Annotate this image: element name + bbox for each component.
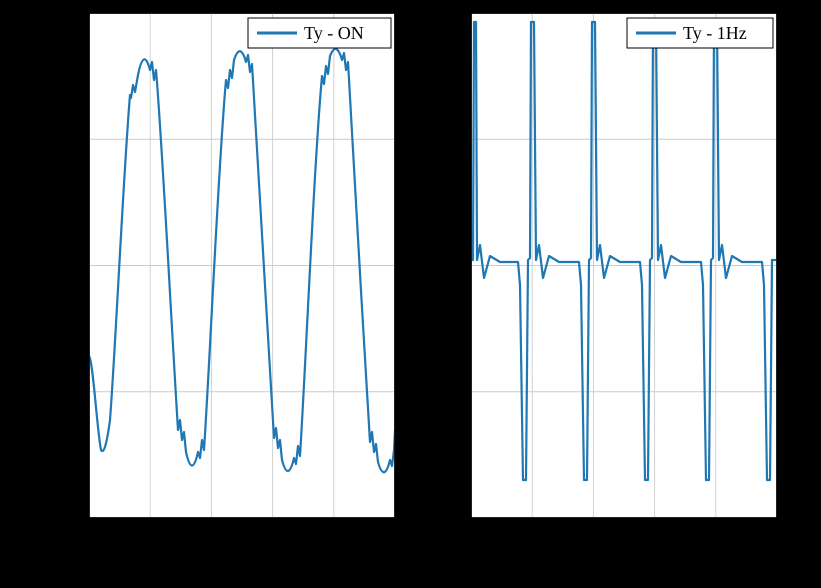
right-xtick-3: 3: [650, 526, 659, 546]
left-xtick-3: 3: [268, 526, 277, 546]
right-ylabel: Torque [Nm]: [401, 210, 425, 320]
left-ytick-3: 0.05: [48, 129, 80, 149]
left-xlabel: Time [s]: [207, 551, 278, 575]
right-xtick-4: 4: [711, 526, 720, 546]
left-ytick-2: 0: [70, 256, 79, 276]
left-xtick-1: 1: [146, 526, 155, 546]
right-ytick-0: -0.1: [433, 508, 462, 528]
left-xtick-4: 4: [329, 526, 338, 546]
left-xtick-2: 2: [207, 526, 216, 546]
left-xtick-0: 0: [85, 526, 94, 546]
right-ytick-1: -0.05: [424, 382, 462, 402]
left-legend: Ty - ON: [248, 18, 391, 48]
right-panel: 0 1 2 3 4 5 -0.1 -0.05 0 0.05 0.1 Time […: [401, 3, 782, 575]
right-xtick-2: 2: [589, 526, 598, 546]
right-ytick-4: 0.1: [439, 3, 462, 23]
left-xtick-5: 5: [391, 526, 400, 546]
right-xlabel: Time [s]: [589, 551, 660, 575]
left-ylabel: Torque [Nm]: [5, 210, 29, 320]
left-ytick-1: -0.05: [42, 382, 80, 402]
left-panel: 0 1 2 3 4 5 -0.1 -0.05 0 0.05 0.1 Time […: [5, 3, 400, 575]
right-xtick-1: 1: [528, 526, 537, 546]
left-ytick-4: 0.1: [57, 3, 80, 23]
right-legend-label: Ty - 1Hz: [683, 23, 747, 43]
right-ytick-2: 0: [452, 256, 461, 276]
right-legend: Ty - 1Hz: [627, 18, 773, 48]
right-xtick-5: 5: [773, 526, 782, 546]
left-legend-label: Ty - ON: [304, 23, 364, 43]
chart-figure: 0 1 2 3 4 5 -0.1 -0.05 0 0.05 0.1 Time […: [0, 0, 821, 588]
left-ytick-0: -0.1: [51, 508, 80, 528]
right-ytick-3: 0.05: [430, 129, 462, 149]
right-xtick-0: 0: [467, 526, 476, 546]
